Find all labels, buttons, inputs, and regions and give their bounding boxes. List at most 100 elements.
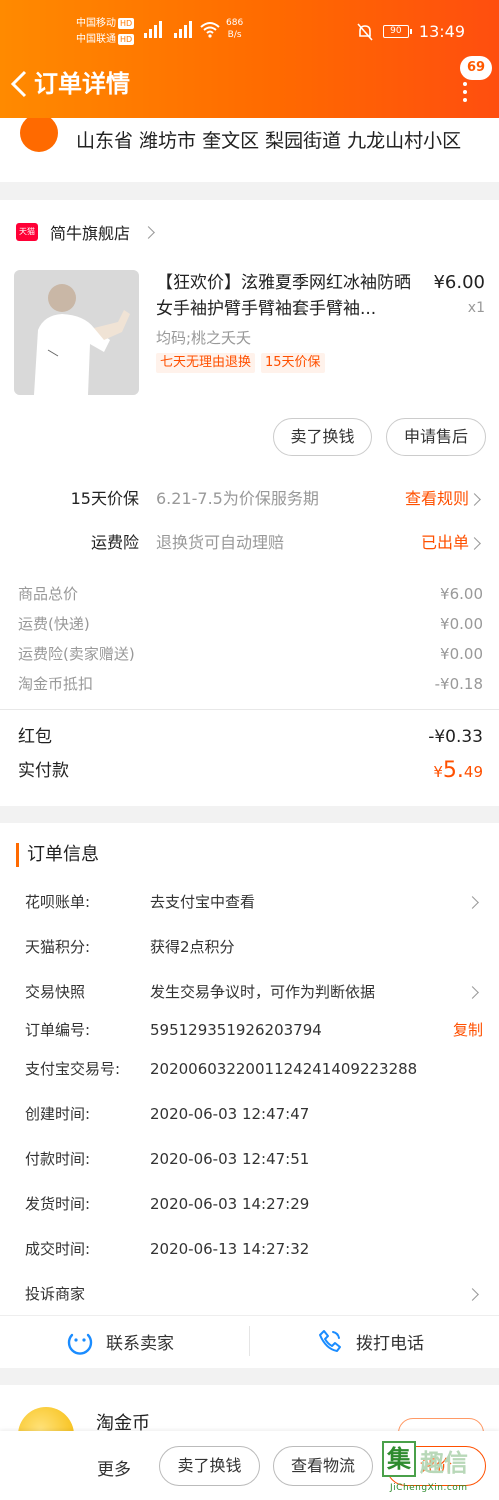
carrier-2: 中国联通 xyxy=(76,34,116,45)
order-info-card: 订单信息 花呗账单: 去支付宝中查看 天猫积分: 获得2点积分 交易快照 发生交… xyxy=(0,823,499,1368)
status-right: 90 13:49 xyxy=(357,22,465,41)
tag-seven-day-return: 七天无理由退换 xyxy=(156,353,256,373)
net-speed-unit: B/s xyxy=(227,30,242,40)
policy-issued-link[interactable]: 已出单 xyxy=(421,531,469,555)
chevron-right-icon xyxy=(142,225,155,239)
signal-icon xyxy=(144,20,162,38)
net-speed-value: 686 xyxy=(226,18,244,28)
info-value: 去支付宝中查看 xyxy=(150,893,256,911)
paid-amount: ¥5.49 xyxy=(433,756,483,787)
location-icon xyxy=(20,118,58,152)
address-text: 山东省 潍坊市 奎文区 梨园街道 九龙山村小区 xyxy=(76,130,462,152)
cost-value: ¥0.00 xyxy=(440,615,483,633)
info-row-alipay-number: 支付宝交易号: 2020060322001124241409223288 xyxy=(25,1056,483,1082)
paid-currency: ¥ xyxy=(433,763,443,781)
divider xyxy=(0,709,499,710)
cost-value: ¥0.00 xyxy=(440,645,483,663)
cost-row-shipping: 运费(快递) ¥0.00 xyxy=(18,612,483,636)
service-desc: 6.21-7.5为价保服务期 xyxy=(156,489,319,508)
call-phone-label: 拨打电话 xyxy=(356,1333,424,1354)
cost-row-goods-total: 商品总价 ¥6.00 xyxy=(18,582,483,606)
red-packet-label: 红包 xyxy=(18,727,52,747)
copy-button[interactable]: 复制 xyxy=(453,1017,483,1043)
tmall-icon: 天猫 xyxy=(16,223,38,241)
order-card: 天猫 简牛旗舰店 【狂欢价】泫雅夏季网红冰袖防晒女手袖护臂手臂袖套手臂袖... … xyxy=(0,200,499,806)
info-label: 投诉商家 xyxy=(25,1285,86,1303)
cost-value: ¥6.00 xyxy=(440,585,483,603)
info-row-completed-time: 成交时间: 2020-06-13 14:27:32 xyxy=(25,1236,483,1262)
phone-icon xyxy=(319,1330,341,1352)
info-row-snapshot[interactable]: 交易快照 发生交易争议时，可作为判断依据 xyxy=(25,979,483,1005)
product-image xyxy=(14,270,139,395)
info-label: 创建时间: xyxy=(25,1105,91,1123)
service-desc: 退换货可自动理赔 xyxy=(156,533,285,552)
tag-price-protect: 15天价保 xyxy=(261,353,325,373)
call-phone-button[interactable]: 拨打电话 xyxy=(316,1316,424,1366)
wifi-icon xyxy=(200,22,220,38)
info-row-shipped-time: 发货时间: 2020-06-03 14:27:29 xyxy=(25,1191,483,1217)
info-label: 成交时间: xyxy=(25,1240,91,1258)
address-card[interactable]: 山东省 潍坊市 奎文区 梨园街道 九龙山村小区 xyxy=(0,118,499,182)
complain-seller-row[interactable]: 投诉商家 xyxy=(25,1281,483,1307)
back-arrow-icon[interactable] xyxy=(10,70,28,98)
status-carriers: 中国移动 HD 中国联通 HD xyxy=(76,16,135,48)
more-options-icon[interactable] xyxy=(458,80,472,104)
shop-row[interactable]: 天猫 简牛旗舰店 xyxy=(16,220,155,244)
cost-label: 商品总价 xyxy=(18,585,79,603)
chevron-right-icon xyxy=(468,537,481,550)
view-rules-link[interactable]: 查看规则 xyxy=(405,487,469,511)
product-quantity: x1 xyxy=(467,300,485,316)
info-row-paid-time: 付款时间: 2020-06-03 12:47:51 xyxy=(25,1146,483,1172)
page-title: 订单详情 xyxy=(34,70,130,98)
product-title[interactable]: 【狂欢价】泫雅夏季网红冰袖防晒女手袖护臂手臂袖套手臂袖... xyxy=(156,270,412,322)
view-logistics-button[interactable]: 查看物流 xyxy=(273,1446,373,1486)
service-row-price-protect[interactable]: 15天价保 6.21-7.5为价保服务期 查看规则 xyxy=(0,487,499,511)
contact-bar: 联系卖家 拨打电话 xyxy=(0,1315,499,1365)
info-row-huabei[interactable]: 花呗账单: 去支付宝中查看 xyxy=(25,889,483,915)
info-row-order-number: 订单编号: 595129351926203794 复制 xyxy=(25,1017,483,1043)
clock: 13:49 xyxy=(418,22,465,41)
info-value: 发生交易争议时，可作为判断依据 xyxy=(150,983,376,1001)
product-price: ¥6.00 xyxy=(433,272,485,293)
product-thumbnail[interactable] xyxy=(14,270,139,395)
sell-for-cash-bottom-button[interactable]: 卖了换钱 xyxy=(159,1446,260,1486)
more-button[interactable]: 更多 xyxy=(97,1455,131,1480)
carrier-1: 中国移动 xyxy=(76,18,116,29)
chevron-right-icon xyxy=(466,1288,479,1301)
cost-row-shipping-insurance: 运费险(卖家赠送) ¥0.00 xyxy=(18,642,483,666)
info-label: 花呗账单: xyxy=(25,893,91,911)
cost-label: 运费险(卖家赠送) xyxy=(18,645,135,663)
info-label: 订单编号: xyxy=(25,1021,91,1039)
cost-value: -¥0.18 xyxy=(434,675,483,693)
signal-icon xyxy=(174,20,192,38)
cost-label: 淘金币抵扣 xyxy=(18,675,94,693)
info-label: 支付宝交易号: xyxy=(25,1060,121,1078)
net-speed: 686 B/s xyxy=(226,17,243,41)
info-value: 2020-06-03 14:27:29 xyxy=(150,1195,310,1213)
hd-badge: HD xyxy=(118,18,135,29)
after-sale-button[interactable]: 申请售后 xyxy=(386,418,486,456)
service-row-shipping-insurance[interactable]: 运费险 退换货可自动理赔 已出单 xyxy=(0,531,499,555)
watermark-logo: 集 xyxy=(382,1441,416,1477)
contact-seller-label: 联系卖家 xyxy=(106,1333,174,1354)
divider xyxy=(249,1326,250,1356)
order-info-title: 订单信息 xyxy=(16,843,99,867)
info-value: 2020-06-13 14:27:32 xyxy=(150,1240,310,1258)
watermark-text: 趣信 xyxy=(420,1449,468,1477)
info-value: 获得2点积分 xyxy=(150,938,235,956)
paid-int: 5. xyxy=(442,758,464,783)
service-tags: 七天无理由退换 15天价保 xyxy=(156,353,325,373)
site-watermark: 集 趣信 JiChengXin.com xyxy=(382,1441,494,1497)
info-label: 发货时间: xyxy=(25,1195,91,1213)
sell-for-cash-button[interactable]: 卖了换钱 xyxy=(273,418,372,456)
info-row-points: 天猫积分: 获得2点积分 xyxy=(25,934,483,960)
red-packet-row: 红包 -¥0.33 xyxy=(18,724,483,750)
service-label: 运费险 xyxy=(90,533,139,552)
cost-row-coin-deduction: 淘金币抵扣 -¥0.18 xyxy=(18,672,483,696)
cost-label: 运费(快递) xyxy=(18,615,90,633)
contact-seller-button[interactable]: 联系卖家 xyxy=(66,1316,174,1366)
info-row-created-time: 创建时间: 2020-06-03 12:47:47 xyxy=(25,1101,483,1127)
service-label: 15天价保 xyxy=(70,489,139,508)
paid-dec: 49 xyxy=(463,763,483,781)
header-bar: 中国移动 HD 中国联通 HD 686 B/s 90 13:49 订单详情 69 xyxy=(0,0,499,118)
